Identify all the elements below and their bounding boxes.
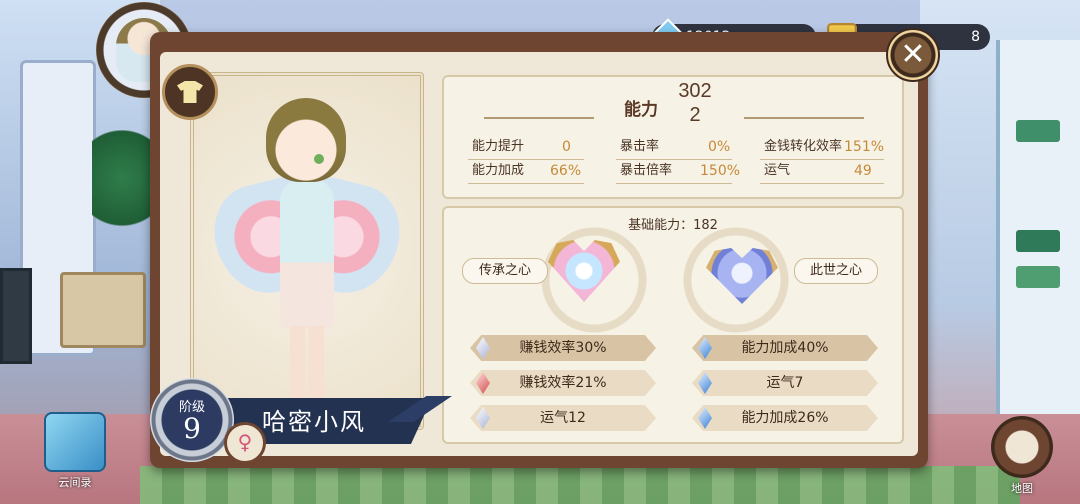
background-book <box>1016 266 1060 288</box>
character-head <box>266 98 346 182</box>
right-bonus-2: 运气7 <box>692 370 878 396</box>
stat-value-money-efficiency: 151% <box>844 139 885 155</box>
close-icon: ✕ <box>900 37 926 72</box>
background-plant <box>92 130 152 250</box>
stat-divider <box>616 183 732 184</box>
left-bonus-2: 赚钱效率21% <box>470 370 656 396</box>
map-label: 地图 <box>1011 482 1033 495</box>
stat-divider <box>468 183 584 184</box>
background-book <box>1016 230 1060 252</box>
divider-ornament <box>484 117 594 119</box>
divider-ornament <box>744 117 864 119</box>
stat-label-money-efficiency: 金钱转化效率 <box>764 139 843 154</box>
power-value-line2: 2 <box>689 104 701 126</box>
left-bonus-3: 运气12 <box>470 405 656 431</box>
character-eye <box>314 154 324 164</box>
currency-gold-value: 8 <box>971 29 980 45</box>
stat-label-luck: 运气 <box>764 163 791 178</box>
stat-divider <box>760 183 884 184</box>
power-value: 302 2 <box>672 79 718 127</box>
stat-value-crit-multiplier: 150% <box>700 163 741 179</box>
stats-title: 能力 <box>624 100 658 120</box>
stat-label-crit-multiplier: 暴击倍率 <box>620 163 673 178</box>
stat-value-ability-bonus: 66% <box>550 163 582 179</box>
background-book <box>1016 120 1060 142</box>
rank-badge: 阶级 9 <box>150 378 234 462</box>
female-gender-icon: ♀ <box>224 422 266 464</box>
left-bonus-1: 赚钱效率30% <box>470 335 656 361</box>
close-button[interactable]: ✕ <box>886 28 940 82</box>
stat-label-ability-bonus: 能力加成 <box>472 163 525 178</box>
cloud-record-button[interactable]: 云间录 <box>30 412 120 490</box>
stat-label-ability-boost: 能力提升 <box>472 139 525 154</box>
outfit-button[interactable] <box>162 64 218 120</box>
scroll-icon <box>44 412 106 472</box>
stats-card: 能力 302 2 能力提升 0 暴击率 0% 金钱转化效率 151% 能力加成 … <box>442 75 904 199</box>
character-body <box>280 180 334 330</box>
character-name: 哈密小风 <box>262 408 366 436</box>
character-portrait-card <box>190 72 424 430</box>
cloud-record-label: 云间录 <box>58 476 92 489</box>
right-bonus-3: 能力加成26% <box>692 405 878 431</box>
current-world-heart-label: 此世之心 <box>794 258 878 284</box>
map-button[interactable]: 地图 <box>986 416 1058 496</box>
stat-value-ability-boost: 0 <box>562 139 571 155</box>
background-table <box>60 272 146 348</box>
background-monitor <box>0 268 32 364</box>
power-value-line1: 302 <box>678 80 712 102</box>
stat-label-crit-rate: 暴击率 <box>620 139 660 154</box>
background-shelf <box>996 40 1080 460</box>
map-icon <box>991 416 1053 478</box>
inheritance-heart-label: 传承之心 <box>462 258 548 284</box>
base-ability-title: 基础能力：182 <box>628 218 718 233</box>
shirt-icon <box>177 81 203 103</box>
stat-divider <box>616 159 732 160</box>
rank-value: 9 <box>183 412 201 445</box>
right-bonus-1: 能力加成40% <box>692 335 878 361</box>
background-rug <box>140 466 1020 504</box>
stat-value-crit-rate: 0% <box>708 139 731 155</box>
stat-divider <box>760 159 884 160</box>
stat-divider <box>468 159 584 160</box>
stat-value-luck: 49 <box>854 163 872 179</box>
